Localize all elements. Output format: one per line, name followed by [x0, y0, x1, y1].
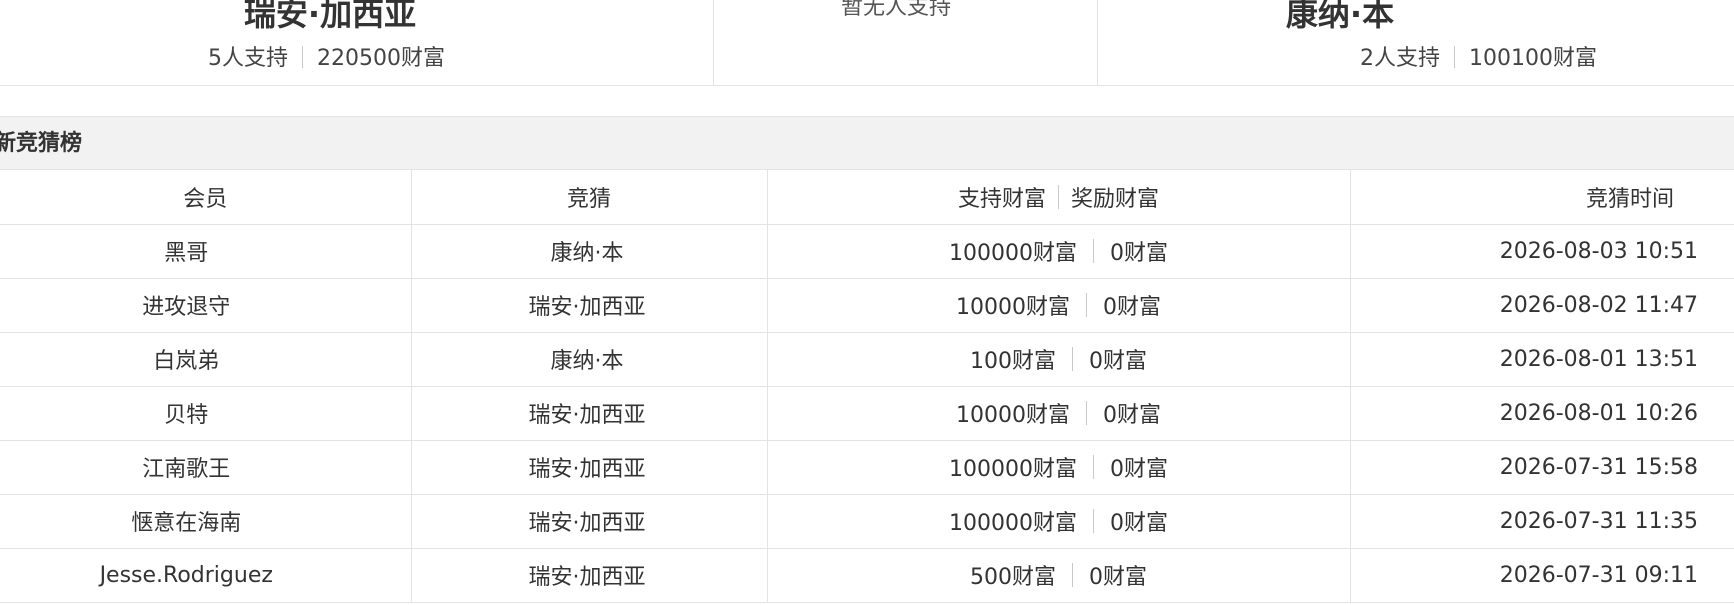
support-wealth: 500财富 [970, 565, 1056, 590]
wealth-cell: 100000财富 0财富 [767, 224, 1351, 279]
vote-panel: 瑞安·加西亚 5人支持 220500财富 暂无人支持 康纳·本 2人支持 10010… [0, 0, 1734, 86]
no-support-text: 暂无人支持 [840, 0, 951, 20]
wealth-divider [1092, 239, 1094, 263]
reward-wealth: 0财富 [1089, 349, 1147, 374]
supporter-count-left: 5人支持 [208, 46, 288, 71]
member-name[interactable]: 黑哥 [0, 224, 412, 279]
reward-wealth: 0财富 [1109, 457, 1168, 482]
guess-choice: 瑞安·加西亚 [411, 548, 768, 603]
support-wealth: 100000财富 [949, 457, 1077, 482]
support-wealth: 100000财富 [949, 241, 1077, 266]
guess-choice: 康纳·本 [411, 332, 768, 387]
team-name-left: 瑞安·加西亚 [243, 0, 417, 33]
guess-time: 2026-07-31 09:11 [1350, 548, 1734, 603]
member-name[interactable]: 进攻退守 [0, 278, 412, 333]
team-name-right: 康纳·本 [1285, 0, 1395, 33]
guess-time: 2026-08-02 11:47 [1350, 278, 1734, 333]
reward-wealth: 0财富 [1109, 511, 1168, 536]
vote-option-middle[interactable]: 暂无人支持 [714, 0, 1098, 86]
guess-time: 2026-08-03 10:51 [1350, 224, 1734, 279]
table-row: 进攻退守 瑞安·加西亚 10000财富 0财富 2026-08-02 11:47 [0, 278, 1734, 333]
table-header-row: 会员 竞猜 支持财富 奖励财富 竞猜时间 [0, 170, 1734, 225]
wealth-cell: 100财富 0财富 [767, 332, 1351, 387]
support-wealth: 100财富 [970, 349, 1056, 374]
team-stats-left: 5人支持 220500财富 [208, 44, 445, 74]
stat-divider [302, 46, 303, 68]
ranking-header: 新竞猜榜 [0, 116, 1734, 170]
wealth-divider [1092, 509, 1094, 533]
wealth-divider [1072, 563, 1073, 587]
column-header-wealth: 支持财富 奖励财富 [767, 170, 1351, 225]
member-name[interactable]: 白岚弟 [0, 332, 412, 387]
header-divider [1058, 184, 1059, 209]
wealth-cell: 100000财富 0财富 [767, 440, 1351, 495]
column-header-reward-wealth: 奖励财富 [1071, 186, 1160, 212]
table-row: 江南歌王 瑞安·加西亚 100000财富 0财富 2026-07-31 15:58 [0, 440, 1734, 495]
wealth-total-right: 100100财富 [1469, 46, 1597, 71]
team-stats-right: 2人支持 100100财富 [1360, 44, 1597, 74]
wealth-divider [1086, 293, 1087, 317]
guess-time: 2026-08-01 10:26 [1350, 386, 1734, 441]
support-wealth: 10000财富 [956, 295, 1070, 320]
wealth-total-left: 220500财富 [317, 46, 445, 71]
table-row: Jesse.Rodriguez 瑞安·加西亚 500财富 0财富 2026-07-… [0, 548, 1734, 603]
wealth-divider [1072, 347, 1073, 371]
column-header-guess: 竞猜 [411, 170, 768, 225]
column-header-time: 竞猜时间 [1350, 170, 1734, 225]
supporter-count-right: 2人支持 [1360, 46, 1440, 71]
support-wealth: 10000财富 [956, 403, 1070, 428]
reward-wealth: 0财富 [1103, 295, 1161, 320]
guess-time: 2026-07-31 15:58 [1350, 440, 1734, 495]
wealth-cell: 10000财富 0财富 [767, 386, 1351, 441]
guess-choice: 瑞安·加西亚 [411, 494, 768, 549]
wealth-cell: 100000财富 0财富 [767, 494, 1351, 549]
wealth-cell: 500财富 0财富 [767, 548, 1351, 603]
wealth-divider [1092, 455, 1094, 479]
ranking-table: 会员 竞猜 支持财富 奖励财富 竞猜时间 黑哥 康纳·本 100000财富 0财富 … [0, 170, 1734, 603]
member-name[interactable]: 江南歌王 [0, 440, 412, 495]
guess-time: 2026-07-31 11:35 [1350, 494, 1734, 549]
wealth-divider [1086, 401, 1087, 425]
column-header-support-wealth: 支持财富 [957, 186, 1046, 212]
guess-time: 2026-08-01 13:51 [1350, 332, 1734, 387]
member-name[interactable]: 贝特 [0, 386, 412, 441]
guess-choice: 瑞安·加西亚 [411, 440, 768, 495]
table-row: 黑哥 康纳·本 100000财富 0财富 2026-08-03 10:51 [0, 224, 1734, 279]
member-name[interactable]: 惬意在海南 [0, 494, 412, 549]
ranking-title: 新竞猜榜 [0, 131, 83, 156]
reward-wealth: 0财富 [1103, 403, 1161, 428]
reward-wealth: 0财富 [1089, 565, 1147, 590]
vote-option-right[interactable]: 康纳·本 2人支持 100100财富 [1098, 0, 1734, 86]
guess-choice: 瑞安·加西亚 [411, 278, 768, 333]
member-name[interactable]: Jesse.Rodriguez [0, 548, 412, 603]
table-row: 白岚弟 康纳·本 100财富 0财富 2026-08-01 13:51 [0, 332, 1734, 387]
table-row: 贝特 瑞安·加西亚 10000财富 0财富 2026-08-01 10:26 [0, 386, 1734, 441]
guess-choice: 瑞安·加西亚 [411, 386, 768, 441]
reward-wealth: 0财富 [1109, 241, 1168, 266]
table-row: 惬意在海南 瑞安·加西亚 100000财富 0财富 2026-07-31 11:3… [0, 494, 1734, 549]
column-header-member: 会员 [0, 170, 412, 225]
stat-divider [1454, 46, 1455, 68]
support-wealth: 100000财富 [949, 511, 1077, 536]
wealth-cell: 10000财富 0财富 [767, 278, 1351, 333]
vote-option-left[interactable]: 瑞安·加西亚 5人支持 220500财富 [0, 0, 714, 86]
guess-choice: 康纳·本 [411, 224, 768, 279]
